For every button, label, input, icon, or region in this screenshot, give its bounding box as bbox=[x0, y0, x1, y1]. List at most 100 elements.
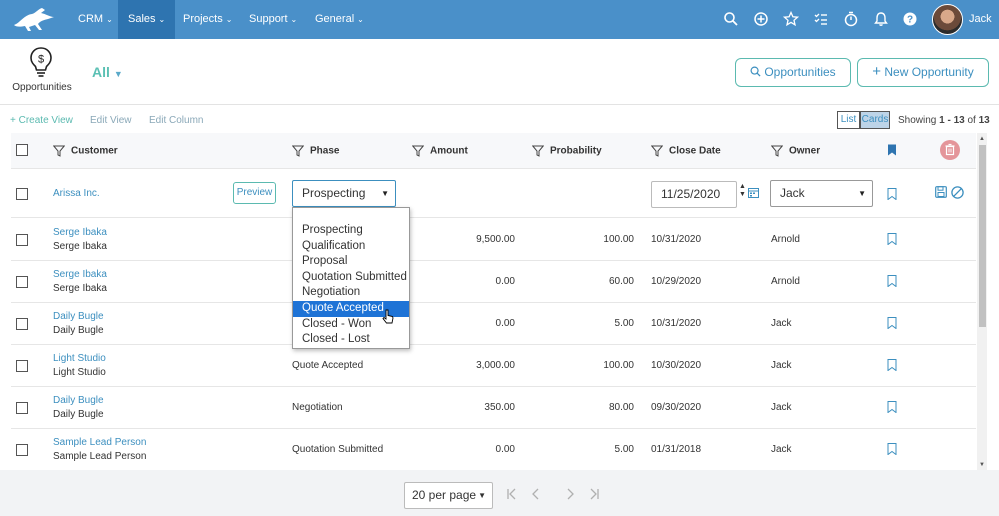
filter-icon[interactable] bbox=[532, 145, 544, 157]
first-page-icon[interactable] bbox=[506, 487, 518, 501]
scroll-down-icon[interactable]: ▼ bbox=[979, 462, 985, 468]
scrollbar-thumb[interactable] bbox=[979, 145, 986, 327]
per-page-select[interactable]: 20 per page ▼ bbox=[404, 482, 493, 509]
customer-link[interactable]: Light Studio bbox=[53, 353, 106, 364]
table-row[interactable]: Sample Lead Person Sample Lead Person Qu… bbox=[11, 429, 976, 470]
contact-name: Serge Ibaka bbox=[53, 241, 107, 252]
row-checkbox[interactable] bbox=[16, 318, 28, 330]
timer-icon[interactable] bbox=[843, 11, 859, 27]
next-page-icon[interactable] bbox=[564, 487, 576, 501]
cards-view-toggle[interactable]: Cards bbox=[860, 111, 890, 129]
bookmark-icon[interactable] bbox=[887, 401, 897, 413]
nav-general[interactable]: General ⌄ bbox=[305, 0, 374, 39]
amount-value: 0.00 bbox=[495, 444, 515, 455]
search-icon[interactable] bbox=[723, 11, 739, 27]
phase-select[interactable]: Prospecting ▼ bbox=[292, 180, 396, 207]
edit-column-link[interactable]: Edit Column bbox=[149, 115, 203, 126]
contact-name: Sample Lead Person bbox=[53, 451, 147, 462]
table-row[interactable]: Light Studio Light Studio Quote Accepted… bbox=[11, 345, 976, 387]
filter-icon[interactable] bbox=[292, 145, 304, 157]
column-close-date[interactable]: Close Date bbox=[651, 145, 721, 157]
table-row[interactable]: Daily Bugle Daily Bugle 0.00 5.00 10/31/… bbox=[11, 303, 976, 345]
probability-value: 100.00 bbox=[603, 234, 634, 245]
phase-option-negotiation[interactable]: Negotiation bbox=[293, 285, 409, 301]
phase-option-quotation-submitted[interactable]: Quotation Submitted bbox=[293, 270, 409, 286]
close-date-input[interactable]: 11/25/2020 bbox=[651, 181, 737, 208]
customer-link[interactable]: Daily Bugle bbox=[53, 311, 104, 322]
owner-select[interactable]: Jack ▼ bbox=[770, 180, 873, 207]
close-date-value: 10/31/2020 bbox=[651, 318, 702, 329]
column-customer[interactable]: Customer bbox=[53, 145, 118, 157]
search-opportunities-button[interactable]: Opportunities bbox=[735, 58, 851, 87]
page-label: Opportunities bbox=[12, 82, 72, 93]
table-row[interactable]: Serge Ibaka Serge Ibaka 9,500.00 100.00 … bbox=[11, 219, 976, 261]
row-checkbox[interactable] bbox=[16, 188, 28, 200]
bookmark-icon[interactable] bbox=[887, 233, 897, 245]
nav-support[interactable]: Support ⌄ bbox=[239, 0, 307, 39]
filter-icon[interactable] bbox=[651, 145, 663, 157]
bookmark-icon[interactable] bbox=[887, 359, 897, 371]
table-row[interactable]: Serge Ibaka Serge Ibaka 0.00 60.00 10/29… bbox=[11, 261, 976, 303]
user-name[interactable]: Jack bbox=[969, 0, 992, 39]
amount-value: 0.00 bbox=[495, 276, 515, 287]
tasks-icon[interactable] bbox=[813, 11, 829, 27]
list-view-toggle[interactable]: List bbox=[837, 111, 860, 129]
edit-view-link[interactable]: Edit View bbox=[90, 115, 132, 126]
bookmark-icon[interactable] bbox=[887, 188, 897, 200]
save-icon[interactable] bbox=[935, 186, 947, 198]
row-checkbox[interactable] bbox=[16, 234, 28, 246]
star-icon[interactable] bbox=[783, 11, 799, 27]
close-date-value: 01/31/2018 bbox=[651, 444, 702, 455]
add-circle-icon[interactable] bbox=[753, 11, 769, 27]
help-icon[interactable]: ? bbox=[902, 11, 918, 27]
last-page-icon[interactable] bbox=[588, 487, 600, 501]
bookmark-icon[interactable] bbox=[887, 317, 897, 329]
pagination-footer bbox=[0, 470, 999, 516]
customer-link[interactable]: Sample Lead Person bbox=[53, 437, 146, 448]
filter-icon[interactable] bbox=[771, 145, 783, 157]
select-all-checkbox[interactable] bbox=[16, 144, 28, 156]
table-header: Customer Phase Amount Probability Close … bbox=[11, 133, 976, 169]
previous-page-icon[interactable] bbox=[530, 487, 542, 501]
column-phase[interactable]: Phase bbox=[292, 145, 339, 157]
delete-icon[interactable] bbox=[940, 140, 960, 160]
owner-value: Jack bbox=[771, 402, 792, 413]
cancel-icon[interactable] bbox=[951, 186, 964, 199]
customer-link[interactable]: Arissa Inc. bbox=[53, 188, 100, 199]
create-view-link[interactable]: + Create View bbox=[10, 115, 73, 126]
column-owner[interactable]: Owner bbox=[771, 145, 820, 157]
row-checkbox[interactable] bbox=[16, 444, 28, 456]
close-date-value: 10/30/2020 bbox=[651, 360, 702, 371]
phase-option-proposal[interactable]: Proposal bbox=[293, 254, 409, 270]
column-amount[interactable]: Amount bbox=[412, 145, 468, 157]
new-opportunity-button[interactable]: + New Opportunity bbox=[857, 58, 989, 87]
phase-option-prospecting[interactable]: Prospecting bbox=[293, 223, 409, 239]
table-row[interactable]: Daily Bugle Daily Bugle Negotiation 350.… bbox=[11, 387, 976, 429]
bookmark-icon[interactable] bbox=[887, 443, 897, 455]
row-checkbox[interactable] bbox=[16, 360, 28, 372]
app-logo-icon[interactable] bbox=[10, 5, 58, 33]
view-filter-dropdown[interactable]: All ▼ bbox=[92, 64, 123, 80]
date-spinner-icon[interactable]: ▲ ▼ bbox=[739, 183, 746, 199]
customer-link[interactable]: Daily Bugle bbox=[53, 395, 104, 406]
nav-sales[interactable]: Sales ⌄ bbox=[118, 0, 176, 39]
bell-icon[interactable] bbox=[873, 11, 889, 27]
filter-icon[interactable] bbox=[53, 145, 65, 157]
nav-crm[interactable]: CRM ⌄ bbox=[68, 0, 123, 39]
row-checkbox[interactable] bbox=[16, 402, 28, 414]
filter-icon[interactable] bbox=[412, 145, 424, 157]
preview-button[interactable]: Preview bbox=[233, 182, 276, 204]
bookmark-icon[interactable] bbox=[887, 275, 897, 287]
scroll-up-icon[interactable]: ▲ bbox=[979, 136, 985, 142]
row-checkbox[interactable] bbox=[16, 276, 28, 288]
bookmark-filled-icon[interactable] bbox=[887, 144, 897, 156]
caret-down-icon: ▼ bbox=[113, 69, 123, 79]
nav-projects[interactable]: Projects ⌄ bbox=[173, 0, 242, 39]
customer-link[interactable]: Serge Ibaka bbox=[53, 269, 107, 280]
column-probability[interactable]: Probability bbox=[532, 145, 602, 157]
customer-link[interactable]: Serge Ibaka bbox=[53, 227, 107, 238]
user-avatar[interactable] bbox=[932, 4, 963, 35]
phase-option-qualification[interactable]: Qualification bbox=[293, 239, 409, 255]
phase-option-closed-lost[interactable]: Closed - Lost bbox=[293, 332, 409, 348]
calendar-icon[interactable] bbox=[748, 187, 759, 198]
